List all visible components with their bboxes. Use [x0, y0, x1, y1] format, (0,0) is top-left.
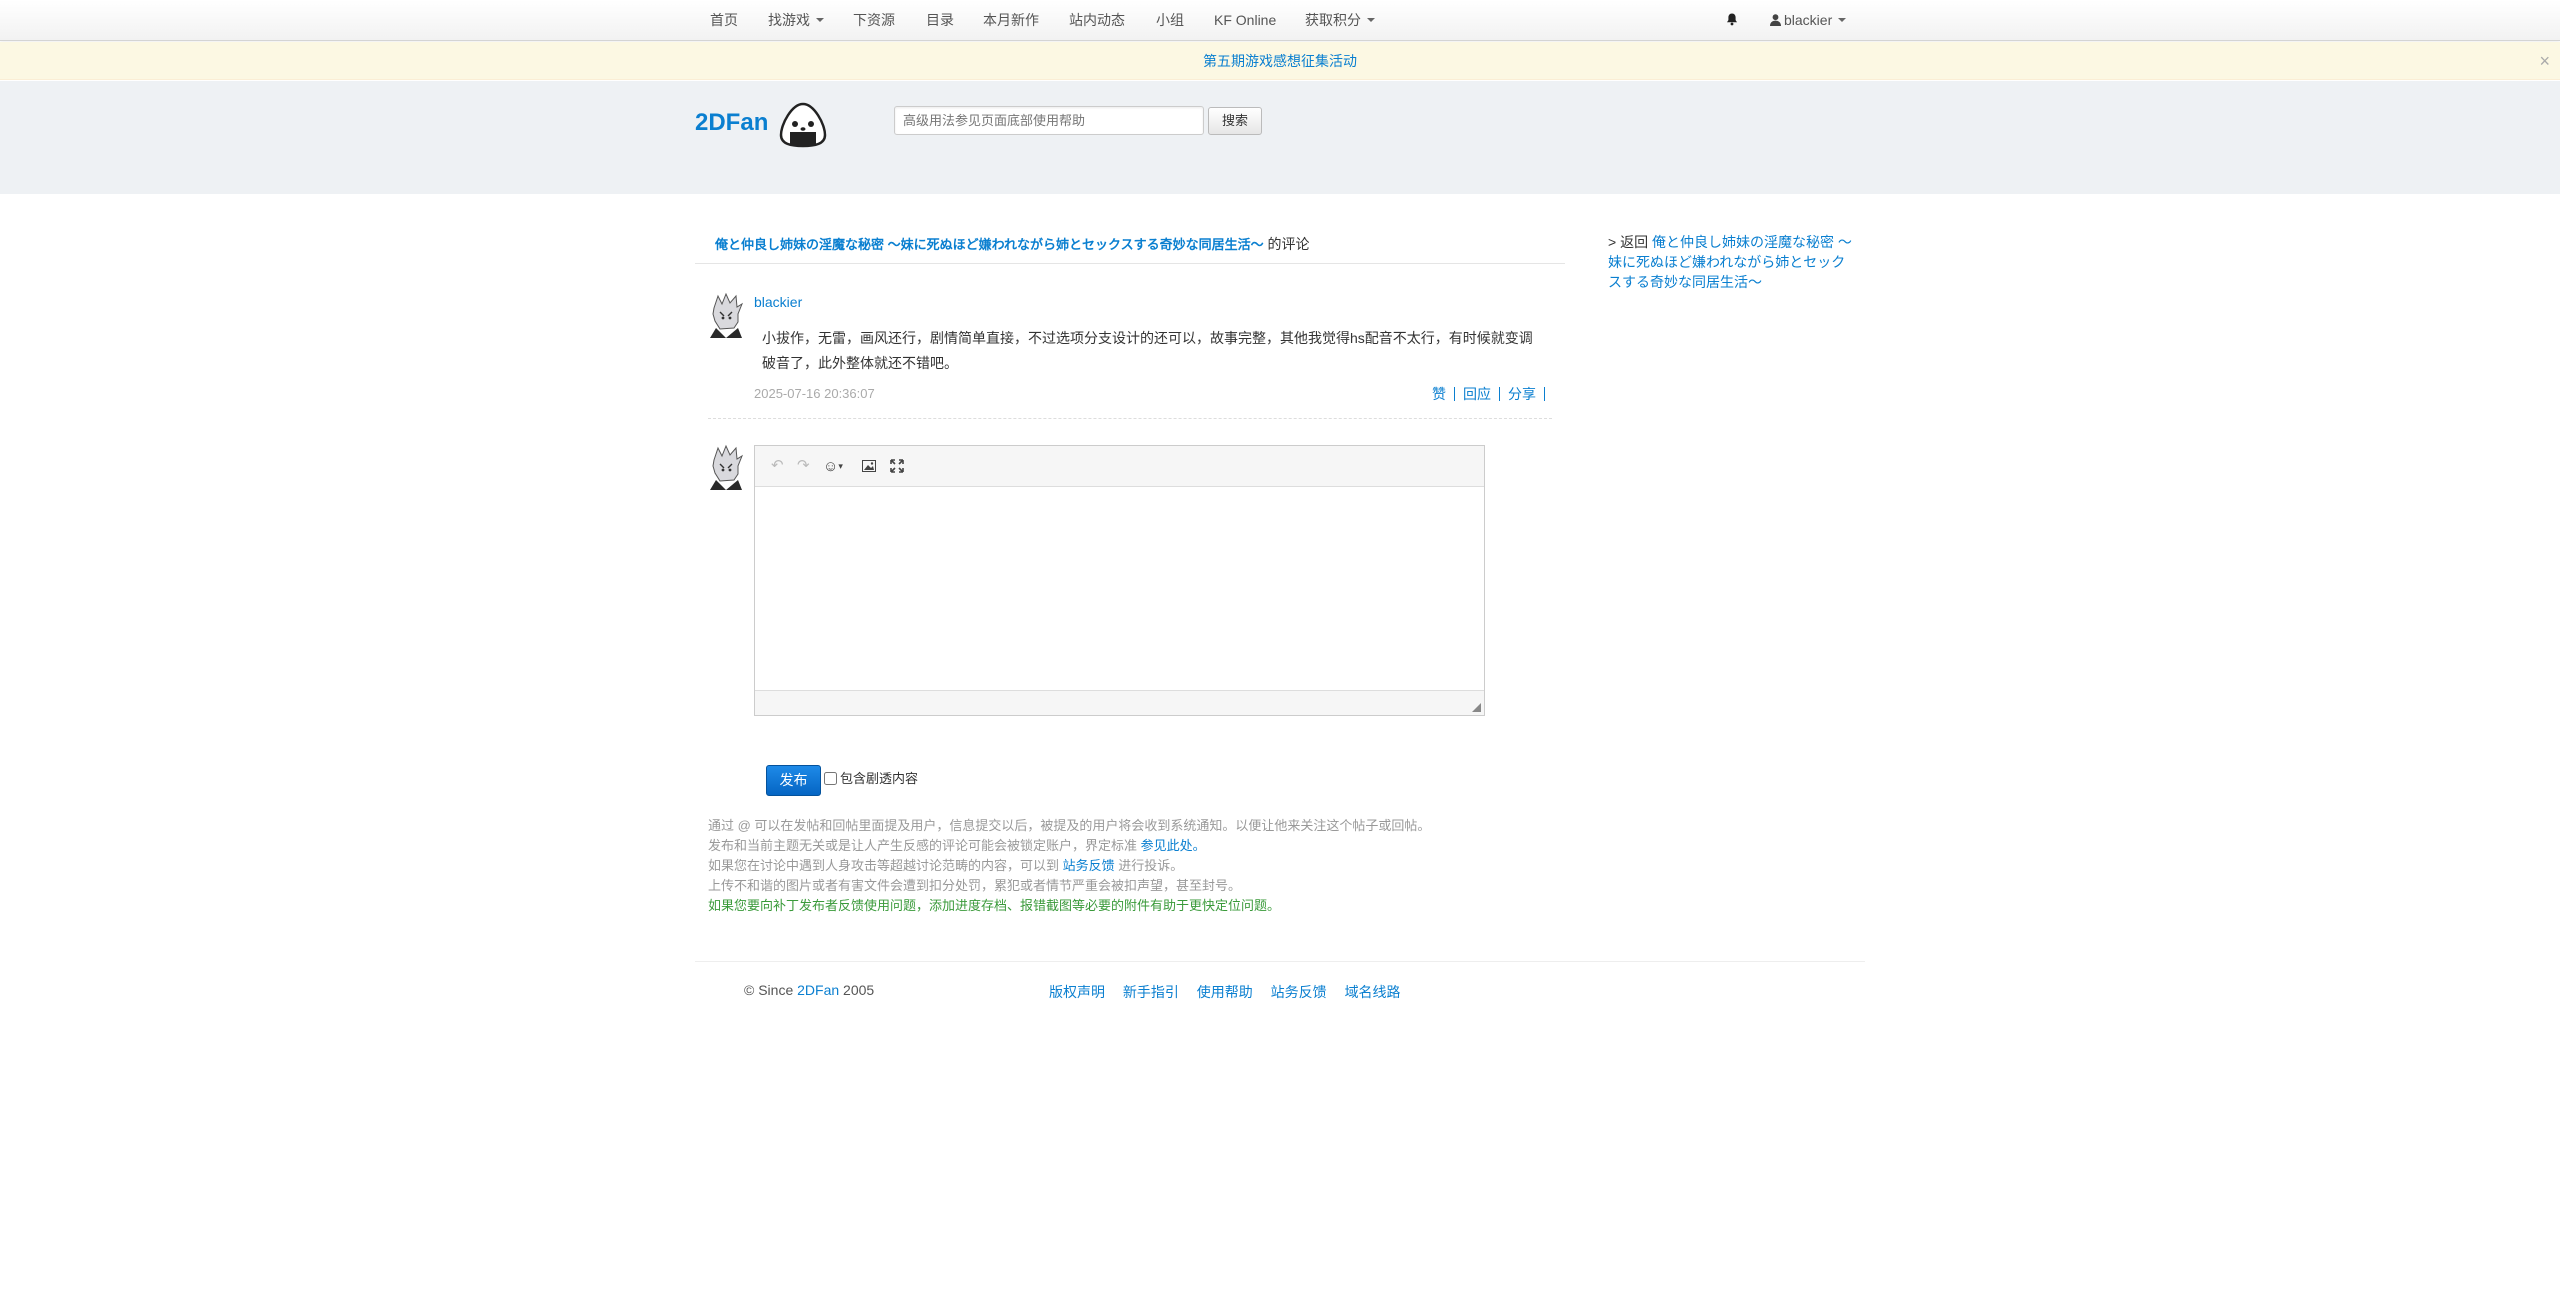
divider — [708, 418, 1552, 419]
nav-site-activity[interactable]: 站内动态 — [1069, 0, 1125, 41]
nav-earn-points-label: 获取积分 — [1305, 12, 1361, 28]
reply-button[interactable]: 回应 — [1455, 387, 1500, 401]
redo-icon[interactable]: ↷ — [797, 458, 810, 474]
reply-editor: ↶ ↷ ☺▾ — [754, 445, 1485, 716]
nav-find-games-label: 找游戏 — [768, 12, 810, 28]
nav-kf-online[interactable]: KF Online — [1214, 0, 1276, 41]
submit-button[interactable]: 发布 — [766, 765, 821, 796]
copyright-year: 2005 — [843, 982, 875, 998]
editor-statusbar — [755, 690, 1484, 715]
help-line: 通过 @ 可以在发帖和回帖里面提及用户，信息提交以后，被提及的用户将会收到系统通… — [708, 818, 1431, 833]
page-title: 俺と仲良し姉妹の淫魔な秘密 ～妹に死ぬほど嫌われながら姉とセックスする奇妙な同居… — [695, 230, 1565, 264]
spoiler-option[interactable]: 包含剧透内容 — [824, 770, 918, 788]
copyright-prefix: © Since — [744, 982, 794, 998]
help-line: 发布和当前主题无关或是让人产生反感的评论可能会被锁定账户，界定标准 参见此处。 — [708, 836, 1608, 856]
site-header: 2DFan 搜索 — [0, 81, 2560, 194]
footer-link-help[interactable]: 使用帮助 — [1197, 984, 1253, 1000]
top-navbar: 首页 找游戏 下资源 目录 本月新作 站内动态 小组 KF Online 获取积… — [0, 0, 2560, 41]
chevron-down-icon — [816, 18, 824, 23]
page-title-suffix: 的评论 — [1267, 236, 1310, 252]
comment-actions: 赞回应 分享 — [1424, 386, 1545, 402]
feedback-link[interactable]: 站务反馈 — [1063, 858, 1115, 873]
footer-link-copyright[interactable]: 版权声明 — [1049, 984, 1105, 1000]
avatar[interactable] — [708, 444, 744, 490]
footer-link-domains[interactable]: 域名线路 — [1345, 984, 1401, 1000]
user-menu-label: blackier — [1784, 12, 1833, 28]
image-icon[interactable] — [862, 460, 876, 472]
back-prefix: > 返回 — [1608, 234, 1649, 250]
fullscreen-icon[interactable] — [890, 459, 904, 473]
nav-downloads[interactable]: 下资源 — [853, 0, 895, 41]
site-logo-text[interactable]: 2DFan — [695, 109, 768, 137]
sidebar-back: > 返回 俺と仲良し姉妹の淫魔な秘密 ～妹に死ぬほど嫌われながら姉とセックスする… — [1608, 232, 1853, 292]
spoiler-label: 包含剧透内容 — [840, 771, 919, 786]
user-icon — [1770, 14, 1781, 26]
footer-links: 版权声明 新手指引 使用帮助 站务反馈 域名线路 — [1049, 982, 1415, 1002]
comment-body: 小拔作，无雷，画风还行，剧情简单直接，不过选项分支设计的还可以，故事完整，其他我… — [762, 330, 1533, 371]
help-line: 上传不和谐的图片或者有害文件会遭到扣分处罚，累犯或者情节严重会被扣声望，甚至封号… — [708, 878, 1242, 893]
emoji-icon[interactable]: ☺▾ — [823, 458, 843, 475]
avatar[interactable] — [708, 292, 744, 338]
footer-divider — [695, 961, 1865, 962]
help-line: 如果您在讨论中遇到人身攻击等超越讨论范畴的内容，可以到 站务反馈 进行投诉。 — [708, 856, 1608, 876]
chevron-down-icon — [1838, 18, 1847, 23]
bell-icon — [1727, 13, 1737, 26]
undo-icon[interactable]: ↶ — [771, 458, 784, 474]
close-icon[interactable]: × — [2539, 42, 2550, 80]
footer-link-feedback[interactable]: 站务反馈 — [1271, 984, 1327, 1000]
like-button[interactable]: 赞 — [1424, 387, 1455, 401]
spoiler-checkbox[interactable] — [824, 772, 837, 785]
help-text: 通过 @ 可以在发帖和回帖里面提及用户，信息提交以后，被提及的用户将会收到系统通… — [708, 816, 1608, 916]
nav-groups[interactable]: 小组 — [1156, 0, 1184, 41]
rules-link[interactable]: 参见此处。 — [1141, 838, 1206, 853]
resize-handle-icon[interactable] — [1472, 703, 1481, 712]
help-line-text: 如果您在讨论中遇到人身攻击等超越讨论范畴的内容，可以到 — [708, 858, 1060, 873]
notifications-button[interactable] — [1726, 0, 1738, 41]
nav-catalog[interactable]: 目录 — [926, 0, 954, 41]
editor-textarea[interactable] — [755, 487, 1484, 690]
game-title-link[interactable]: 俺と仲良し姉妹の淫魔な秘密 ～妹に死ぬほど嫌われながら姉とセックスする奇妙な同居… — [715, 237, 1264, 252]
help-line-text: 进行投诉。 — [1118, 858, 1184, 873]
comment-timestamp: 2025-07-16 20:36:07 — [754, 386, 875, 401]
editor-toolbar: ↶ ↷ ☺▾ — [755, 446, 1484, 487]
comment-author[interactable]: blackier — [754, 294, 802, 310]
search-input[interactable] — [894, 106, 1204, 135]
nav-new-this-month[interactable]: 本月新作 — [983, 0, 1039, 41]
copyright: © Since 2DFan 2005 — [744, 982, 874, 998]
onigiri-mascot-logo[interactable] — [778, 102, 828, 148]
help-line-text: 发布和当前主题无关或是让人产生反感的评论可能会被锁定账户，界定标准 — [708, 838, 1138, 853]
nav-earn-points[interactable]: 获取积分 — [1305, 0, 1375, 41]
nav-home[interactable]: 首页 — [710, 0, 738, 41]
chevron-down-icon — [1367, 18, 1375, 23]
help-line: 如果您要向补丁发布者反馈使用问题，添加进度存档、报错截图等必要的附件有助于更快定… — [708, 898, 1281, 913]
copyright-brand-link[interactable]: 2DFan — [797, 982, 839, 998]
search-button[interactable]: 搜索 — [1208, 107, 1262, 135]
announcement-link[interactable]: 第五期游戏感想征集活动 — [1203, 53, 1357, 69]
nav-find-games[interactable]: 找游戏 — [768, 0, 824, 41]
share-button[interactable]: 分享 — [1500, 387, 1545, 401]
announcement-bar: 第五期游戏感想征集活动 × — [0, 42, 2560, 80]
footer-link-guide[interactable]: 新手指引 — [1123, 984, 1179, 1000]
user-menu[interactable]: blackier — [1770, 0, 1847, 41]
